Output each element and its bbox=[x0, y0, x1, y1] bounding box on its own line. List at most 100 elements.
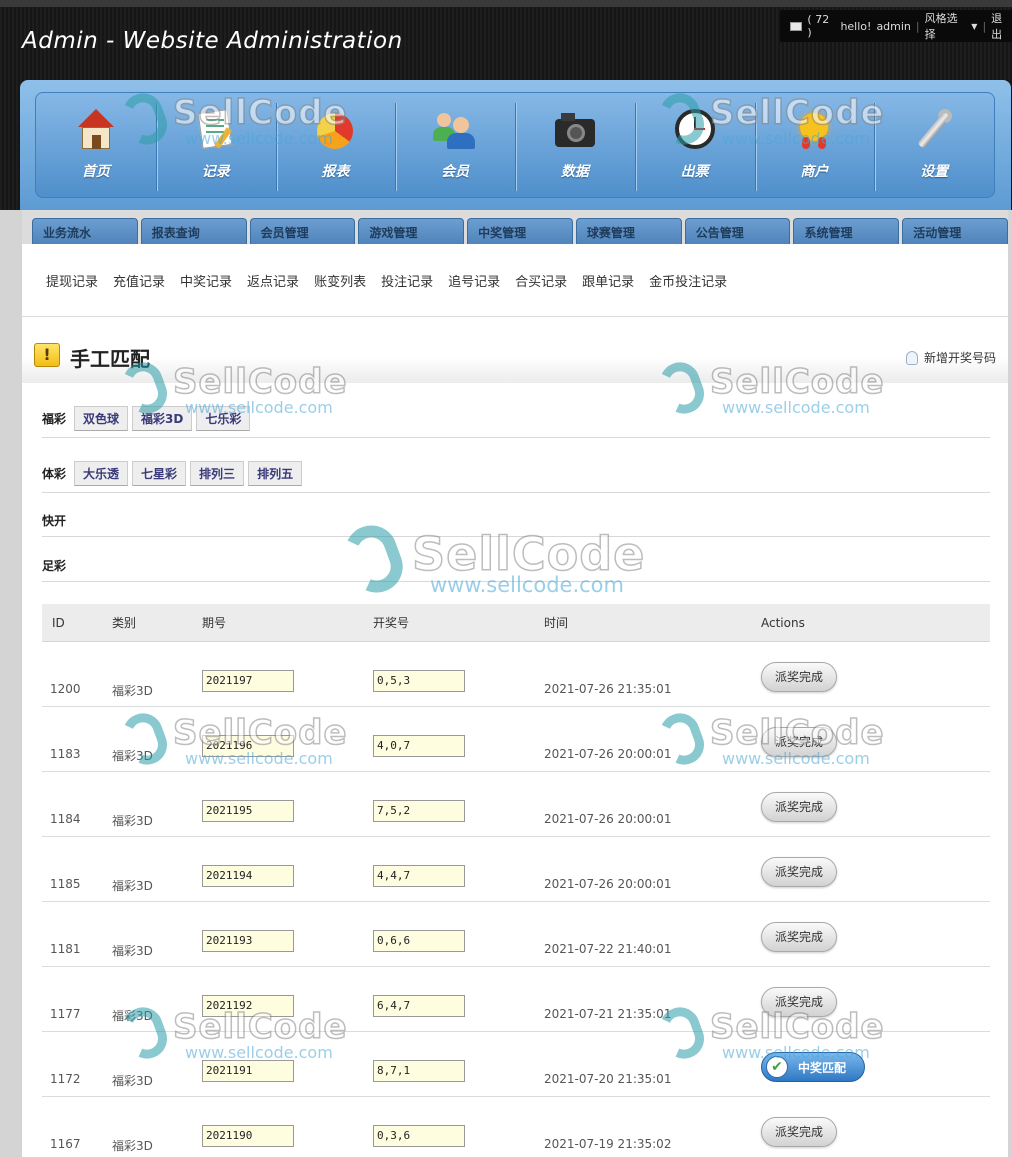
username[interactable]: admin bbox=[876, 20, 910, 33]
cell-category: 福彩3D bbox=[112, 1074, 153, 1088]
payout-done-button[interactable]: 派奖完成 bbox=[761, 662, 837, 692]
payout-done-button[interactable]: 派奖完成 bbox=[761, 727, 837, 757]
lottery-chip[interactable]: 七乐彩 bbox=[196, 406, 251, 431]
cell-category: 福彩3D bbox=[112, 1139, 153, 1153]
cell-issue: 2021194 bbox=[202, 837, 373, 887]
issue-input[interactable]: 2021194 bbox=[202, 865, 294, 887]
lottery-chip[interactable]: 排列三 bbox=[190, 461, 245, 486]
subnav-link-2[interactable]: 中奖记录 bbox=[180, 271, 232, 290]
tab-0[interactable]: 业务流水 bbox=[32, 218, 138, 244]
payout-done-button[interactable]: 派奖完成 bbox=[761, 987, 837, 1017]
tab-6[interactable]: 公告管理 bbox=[684, 218, 791, 244]
match-button[interactable]: ✔ 中奖匹配 bbox=[761, 1052, 865, 1082]
right-strip bbox=[1008, 210, 1012, 1157]
match-button-label: 中奖匹配 bbox=[798, 1060, 847, 1075]
style-select[interactable]: 风格选择 bbox=[925, 10, 967, 42]
nav-item-label: 商户 bbox=[800, 164, 829, 180]
tab-8[interactable]: 活动管理 bbox=[902, 218, 1009, 244]
subnav-link-3[interactable]: 返点记录 bbox=[247, 271, 299, 290]
issue-input[interactable]: 2021190 bbox=[202, 1125, 294, 1147]
subnav-link-5[interactable]: 投注记录 bbox=[381, 271, 433, 290]
issue-input[interactable]: 2021192 bbox=[202, 995, 294, 1017]
clock-icon bbox=[673, 107, 717, 151]
lottery-chip[interactable]: 大乐透 bbox=[74, 461, 129, 486]
draw-number-input[interactable]: 4,4,7 bbox=[373, 865, 465, 887]
lottery-chip[interactable]: 双色球 bbox=[74, 406, 129, 431]
issue-input[interactable]: 2021193 bbox=[202, 930, 294, 952]
issue-input[interactable]: 2021195 bbox=[202, 800, 294, 822]
subnav-link-1[interactable]: 充值记录 bbox=[113, 271, 165, 290]
tab-5[interactable]: 球赛管理 bbox=[575, 218, 682, 244]
draw-number-input[interactable]: 0,6,6 bbox=[373, 930, 465, 952]
add-draw-number-label: 新增开奖号码 bbox=[923, 351, 996, 365]
cell-actions: 派奖完成 bbox=[761, 967, 990, 1017]
cell-issue: 2021196 bbox=[202, 707, 373, 757]
subnav-link-0[interactable]: 提现记录 bbox=[46, 271, 98, 290]
subnav-link-9[interactable]: 金币投注记录 bbox=[649, 271, 727, 290]
lottery-chip[interactable]: 福彩3D bbox=[132, 406, 193, 431]
lottery-chip[interactable]: 七星彩 bbox=[132, 461, 187, 486]
draw-number-input[interactable]: 7,5,2 bbox=[373, 800, 465, 822]
cell-number: 0,3,6 bbox=[373, 1097, 544, 1147]
nav-item-4[interactable]: 数据 bbox=[515, 93, 635, 197]
draw-number-input[interactable]: 0,3,6 bbox=[373, 1125, 465, 1147]
header-top-line bbox=[0, 0, 1012, 7]
cell-number: 4,0,7 bbox=[373, 707, 544, 757]
cell-actions: 派奖完成 bbox=[761, 902, 990, 952]
pie-chart-icon bbox=[313, 107, 357, 151]
lottery-group-row: 快开 bbox=[42, 505, 990, 537]
users-icon bbox=[433, 107, 477, 151]
tab-2[interactable]: 会员管理 bbox=[249, 218, 356, 244]
issue-input[interactable]: 2021191 bbox=[202, 1060, 294, 1082]
table-row: 1200 福彩3D 2021197 0,5,3 2021-07-26 21:35:01 派… bbox=[42, 642, 990, 707]
subnav-link-6[interactable]: 追号记录 bbox=[448, 271, 500, 290]
nav-item-2[interactable]: 报表 bbox=[275, 93, 396, 197]
cell-issue: 2021192 bbox=[202, 967, 373, 1017]
payout-done-button[interactable]: 派奖完成 bbox=[761, 792, 837, 822]
subnav-link-8[interactable]: 跟单记录 bbox=[582, 271, 634, 290]
issue-input[interactable]: 2021196 bbox=[202, 735, 294, 757]
lottery-group-row: 体彩 大乐透 七星彩 排列三 排列五 bbox=[42, 455, 990, 493]
cell-category: 福彩3D bbox=[112, 1009, 153, 1023]
logout-link[interactable]: 退出 bbox=[991, 10, 1012, 42]
draw-number-input[interactable]: 6,4,7 bbox=[373, 995, 465, 1017]
lottery-chip[interactable]: 排列五 bbox=[248, 461, 303, 486]
cell-category: 福彩3D bbox=[112, 944, 153, 958]
cell-id: 1172 bbox=[50, 1072, 81, 1086]
mail-icon[interactable] bbox=[790, 21, 803, 31]
cell-id: 1200 bbox=[50, 682, 81, 696]
chevron-down-icon[interactable]: ▼ bbox=[971, 22, 977, 31]
payout-done-button[interactable]: 派奖完成 bbox=[761, 1117, 837, 1147]
cell-number: 8,7,1 bbox=[373, 1032, 544, 1082]
cell-actions: ✔ 中奖匹配 bbox=[761, 1032, 990, 1082]
page-header: ! 手工匹配 新增开奖号码 bbox=[22, 317, 1008, 383]
message-count[interactable]: ( 72 ) bbox=[807, 13, 835, 39]
cell-issue: 2021193 bbox=[202, 902, 373, 952]
page-title: 手工匹配 bbox=[70, 347, 150, 371]
nav-item-5[interactable]: 出票 bbox=[634, 93, 755, 197]
lottery-group-label: 福彩 bbox=[42, 412, 67, 426]
nav-item-3[interactable]: 会员 bbox=[395, 93, 515, 197]
tab-1[interactable]: 报表查询 bbox=[140, 218, 247, 244]
add-draw-number-link[interactable]: 新增开奖号码 bbox=[905, 349, 996, 366]
table-header: ID 类别 期号 开奖号 时间 Actions bbox=[42, 604, 990, 642]
draw-number-input[interactable]: 8,7,1 bbox=[373, 1060, 465, 1082]
nav-item-1[interactable]: 记录 bbox=[155, 93, 276, 197]
home-icon bbox=[74, 107, 118, 151]
subnav-link-4[interactable]: 账变列表 bbox=[314, 271, 366, 290]
tab-4[interactable]: 中奖管理 bbox=[467, 218, 573, 244]
draw-number-input[interactable]: 0,5,3 bbox=[373, 670, 465, 692]
payout-done-button[interactable]: 派奖完成 bbox=[761, 922, 837, 952]
draw-number-input[interactable]: 4,0,7 bbox=[373, 735, 465, 757]
issue-input[interactable]: 2021197 bbox=[202, 670, 294, 692]
cell-time: 2021-07-26 20:00:01 bbox=[544, 877, 672, 891]
nav-item-6[interactable]: 商户 bbox=[754, 93, 875, 197]
tab-7[interactable]: 系统管理 bbox=[793, 218, 900, 244]
subnav-link-7[interactable]: 合买记录 bbox=[515, 271, 567, 290]
tab-3[interactable]: 游戏管理 bbox=[358, 218, 465, 244]
nav-item-7[interactable]: 设置 bbox=[874, 93, 994, 197]
payout-done-button[interactable]: 派奖完成 bbox=[761, 857, 837, 887]
checkmark-icon: ✔ bbox=[766, 1056, 788, 1078]
sun-icon bbox=[792, 107, 836, 151]
nav-item-0[interactable]: 首页 bbox=[36, 93, 156, 197]
